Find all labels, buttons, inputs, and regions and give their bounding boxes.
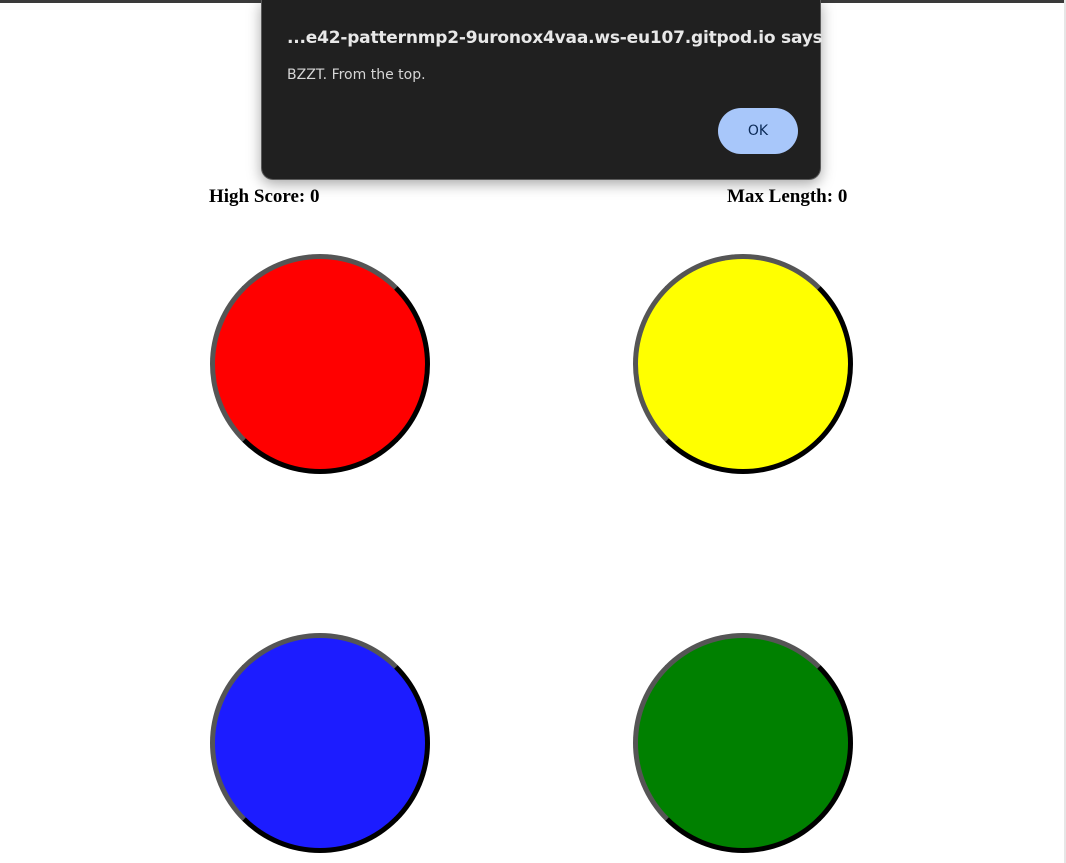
alert-dialog: ...e42-patternmp2-9uronox4vaa.ws-eu107.g…: [261, 0, 823, 180]
alert-title: ...e42-patternmp2-9uronox4vaa.ws-eu107.g…: [287, 28, 823, 48]
alert-message: BZZT. From the top.: [287, 67, 426, 83]
red-button[interactable]: [210, 254, 430, 474]
blue-button[interactable]: [210, 633, 430, 853]
max-length-label: Max Length: 0: [727, 186, 848, 207]
ok-button[interactable]: OK: [718, 108, 798, 154]
high-score-label: High Score: 0: [209, 186, 320, 207]
green-button[interactable]: [633, 633, 853, 853]
yellow-button[interactable]: [633, 254, 853, 474]
